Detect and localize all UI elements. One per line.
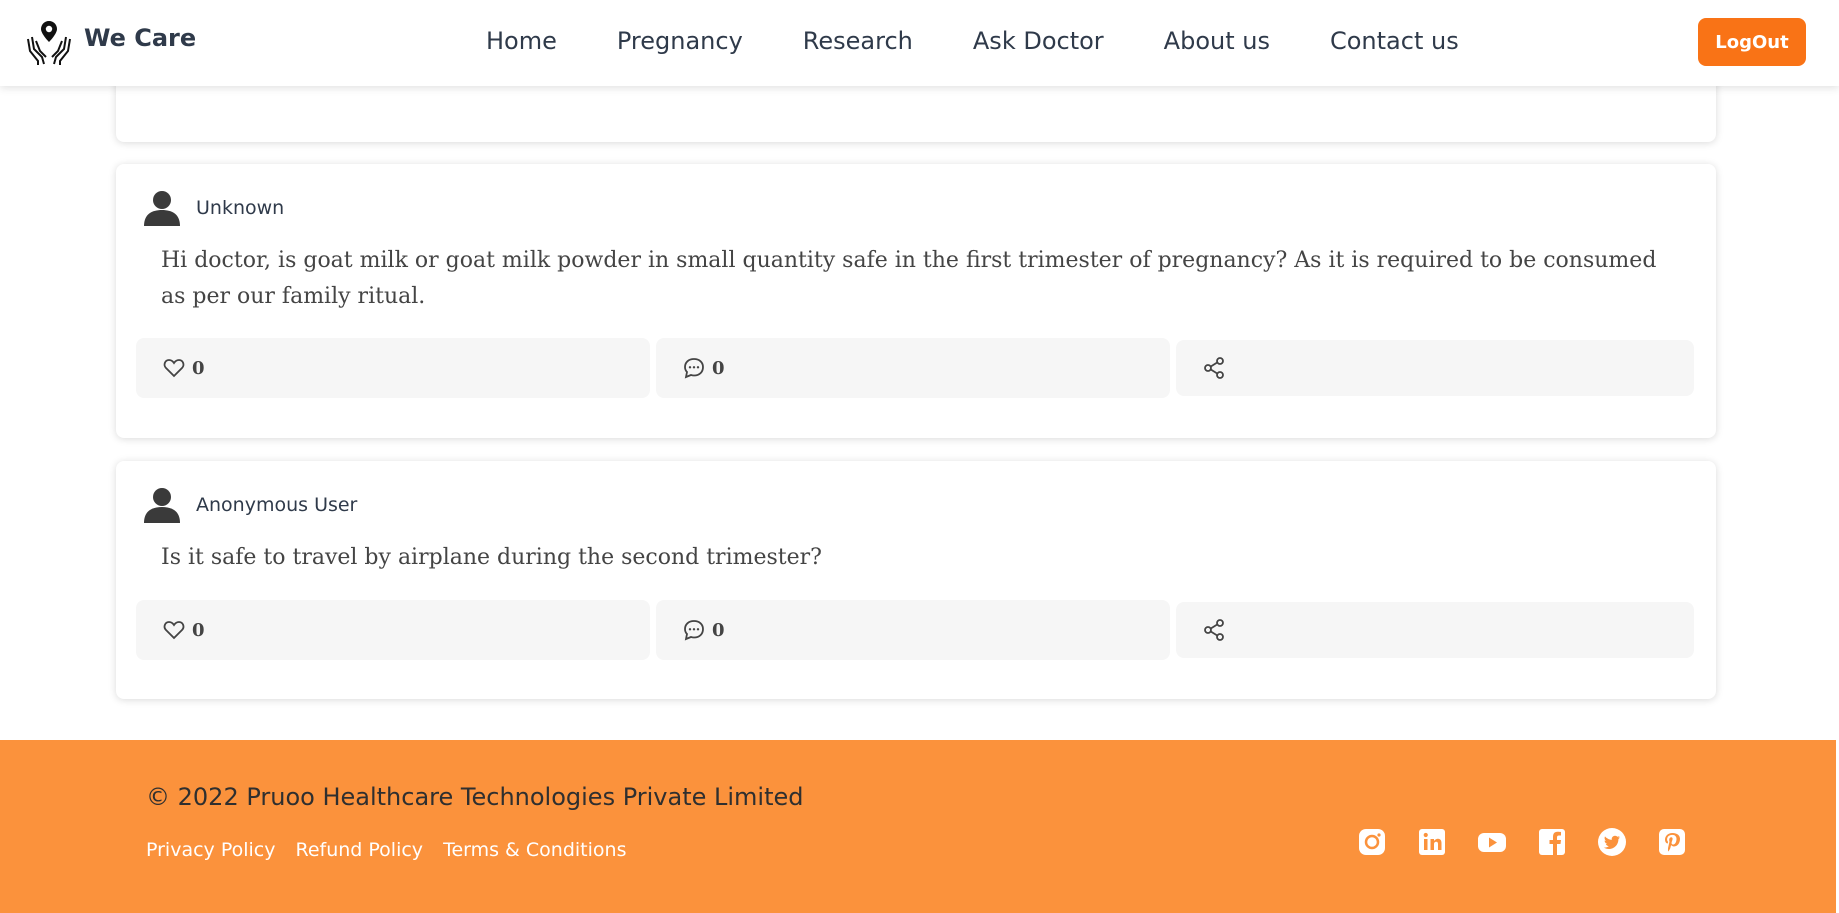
comment-icon bbox=[684, 358, 704, 379]
brand-logo[interactable]: We Care bbox=[24, 17, 196, 67]
header: We Care Home Pregnancy Research Ask Doct… bbox=[0, 0, 1839, 86]
like-count: 0 bbox=[192, 357, 205, 379]
privacy-policy-link[interactable]: Privacy Policy bbox=[146, 839, 275, 861]
comment-button[interactable]: 0 bbox=[656, 600, 1170, 660]
heart-icon bbox=[163, 359, 185, 378]
share-icon bbox=[1204, 357, 1224, 379]
pinterest-icon[interactable] bbox=[1656, 826, 1688, 858]
comment-icon bbox=[684, 620, 704, 641]
comment-count: 0 bbox=[712, 619, 725, 641]
instagram-icon[interactable] bbox=[1356, 826, 1388, 858]
copyright-text: © 2022 Pruoo Healthcare Technologies Pri… bbox=[146, 783, 804, 811]
share-icon bbox=[1204, 619, 1224, 641]
share-button[interactable] bbox=[1176, 602, 1694, 658]
comment-button[interactable]: 0 bbox=[656, 338, 1170, 398]
youtube-icon[interactable] bbox=[1476, 826, 1508, 858]
like-count: 0 bbox=[192, 619, 205, 641]
nav-item-ask-doctor[interactable]: Ask Doctor bbox=[973, 27, 1104, 55]
post-author: Unknown bbox=[144, 190, 284, 226]
comment-count: 0 bbox=[712, 357, 725, 379]
main-nav: Home Pregnancy Research Ask Doctor About… bbox=[486, 27, 1519, 55]
footer-links: Privacy Policy Refund Policy Terms & Con… bbox=[146, 839, 646, 861]
post-card: Unknown Hi doctor, is goat milk or goat … bbox=[116, 164, 1716, 438]
post-card: Anonymous User Is it safe to travel by a… bbox=[116, 461, 1716, 699]
nav-item-contact-us[interactable]: Contact us bbox=[1330, 27, 1459, 55]
like-button[interactable]: 0 bbox=[136, 338, 650, 398]
question-text: Hi doctor, is goat milk or goat milk pow… bbox=[161, 248, 1657, 309]
hands-heart-logo-icon bbox=[27, 21, 71, 65]
user-avatar-icon bbox=[144, 191, 180, 226]
share-button[interactable] bbox=[1176, 340, 1694, 396]
heart-icon bbox=[163, 621, 185, 640]
refund-policy-link[interactable]: Refund Policy bbox=[295, 839, 423, 861]
author-name: Unknown bbox=[196, 197, 285, 219]
logout-button[interactable]: LogOut bbox=[1698, 18, 1806, 66]
like-button[interactable]: 0 bbox=[136, 600, 650, 660]
nav-item-pregnancy[interactable]: Pregnancy bbox=[617, 27, 743, 55]
nav-item-about-us[interactable]: About us bbox=[1164, 27, 1270, 55]
twitter-icon[interactable] bbox=[1596, 826, 1628, 858]
nav-item-research[interactable]: Research bbox=[803, 27, 913, 55]
terms-conditions-link[interactable]: Terms & Conditions bbox=[443, 839, 626, 861]
facebook-icon[interactable] bbox=[1536, 826, 1568, 858]
user-avatar-icon bbox=[144, 488, 180, 523]
nav-item-home[interactable]: Home bbox=[486, 27, 557, 55]
page: We Care Home Pregnancy Research Ask Doct… bbox=[0, 0, 1839, 913]
footer: © 2022 Pruoo Healthcare Technologies Pri… bbox=[0, 740, 1836, 913]
linkedin-icon[interactable] bbox=[1416, 826, 1448, 858]
social-links bbox=[1356, 826, 1716, 858]
brand-name: We Care bbox=[84, 24, 197, 52]
question-text: Is it safe to travel by airplane during … bbox=[161, 545, 822, 570]
post-author: Anonymous User bbox=[144, 487, 357, 523]
author-name: Anonymous User bbox=[196, 494, 358, 516]
